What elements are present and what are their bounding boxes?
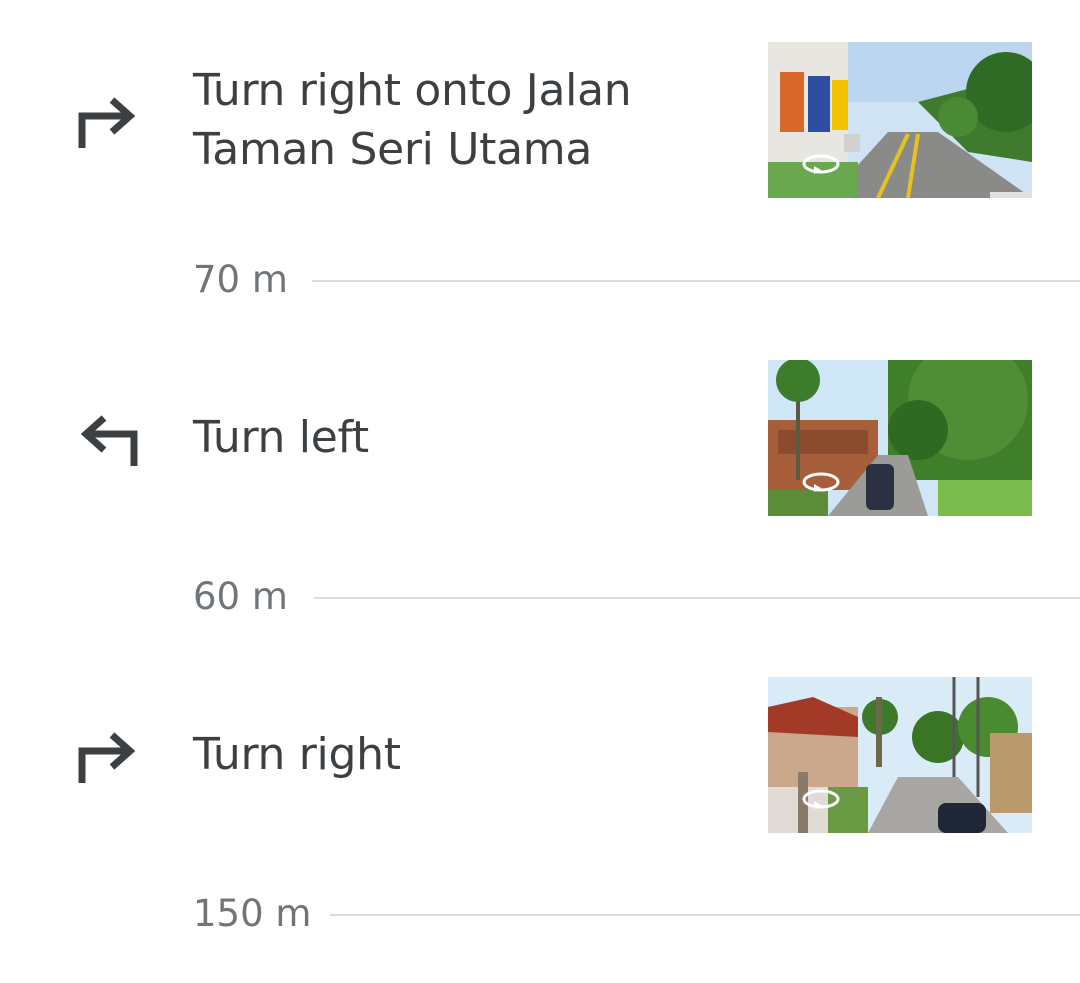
- step-distance: 70 m: [0, 260, 1080, 300]
- step-distance: 150 m: [0, 894, 1080, 934]
- direction-step[interactable]: Turn right onto Jalan Taman Seri Utama: [0, 42, 1080, 198]
- turn-right-icon: [74, 725, 142, 789]
- street-view-thumbnail[interactable]: [768, 677, 1032, 833]
- distance-label: 150 m: [193, 892, 312, 935]
- direction-step[interactable]: Turn left: [0, 360, 1080, 516]
- turn-left-icon: [74, 404, 142, 468]
- 360-rotate-icon: [800, 152, 842, 178]
- step-instruction: Turn right: [193, 729, 401, 780]
- step-distance: 60 m: [0, 577, 1080, 617]
- divider: [330, 914, 1080, 916]
- divider: [314, 597, 1080, 599]
- distance-label: 60 m: [193, 575, 288, 618]
- step-instruction: Turn right onto Jalan Taman Seri Utama: [193, 65, 632, 175]
- distance-label: 70 m: [193, 258, 288, 301]
- turn-right-icon: [74, 90, 142, 154]
- 360-rotate-icon: [800, 470, 842, 496]
- street-view-thumbnail[interactable]: [768, 360, 1032, 516]
- divider: [312, 280, 1080, 282]
- 360-rotate-icon: [800, 787, 842, 813]
- street-view-thumbnail[interactable]: [768, 42, 1032, 198]
- direction-step[interactable]: Turn right: [0, 677, 1080, 833]
- step-instruction: Turn left: [193, 412, 369, 463]
